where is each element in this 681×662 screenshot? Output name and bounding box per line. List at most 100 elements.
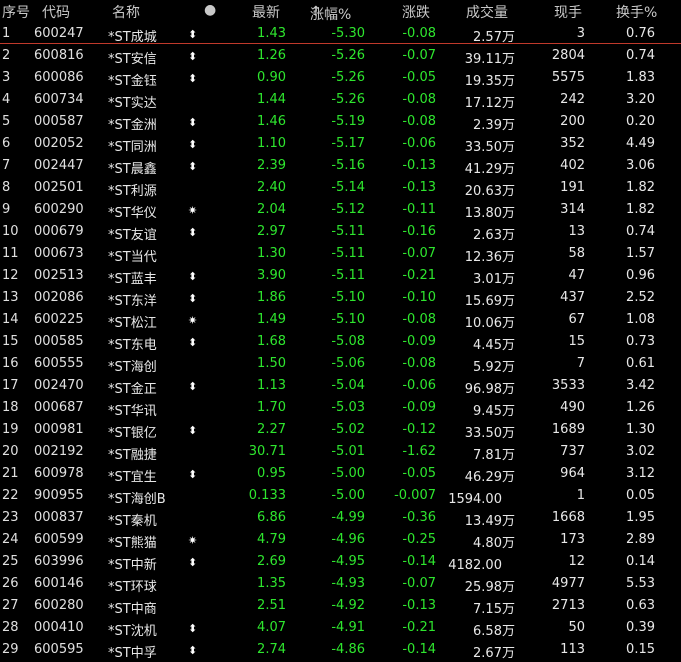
table-row[interactable]: 10 000679 *ST友谊 ⬍ 2.97 -5.11 -0.16 2.63万 13 0.74 [0, 222, 681, 244]
stock-name: *ST环球 [108, 580, 157, 595]
table-row[interactable]: 16 600555 *ST海创 1.50 -5.06 -0.08 5.92万 7 0.61 [0, 354, 681, 376]
change-amount: -0.09 [402, 334, 436, 349]
table-row[interactable]: 1 600247 *ST成城 ⬍ 1.43 -5.30 -0.08 2.57万 3 0.76 [0, 24, 681, 46]
table-row[interactable]: 29 600595 *ST中孚 ⬍ 2.74 -4.86 -0.14 2.67万 113 0.15 [0, 640, 681, 662]
volume: 20.63万 [465, 180, 515, 199]
stock-name: *ST金洲 [108, 118, 157, 133]
volume: 13.80万 [465, 202, 515, 221]
table-row[interactable]: 13 002086 *ST东洋 ⬍ 1.86 -5.10 -0.10 15.69万 437 2.5… [0, 288, 681, 310]
change-percent: -5.12 [331, 202, 365, 217]
stock-code: 000673 [34, 246, 84, 261]
table-row[interactable]: 25 603996 *ST中新 ⬍ 2.69 -4.95 -0.14 4182.00万 12 0.… [0, 552, 681, 574]
updown-flag-icon: ⬍ [188, 622, 198, 635]
col-header-turn[interactable]: 换手% [616, 2, 657, 22]
row-number: 9 [2, 202, 11, 217]
table-row[interactable]: 3 600086 *ST金钰 ⬍ 0.90 -5.26 -0.05 19.35万 5575 1.8… [0, 68, 681, 90]
table-row[interactable]: 8 002501 *ST利源 2.40 -5.14 -0.13 20.63万 191 1.82 [0, 178, 681, 200]
volume-unit: 万 [501, 404, 515, 419]
table-row[interactable]: 2 600816 *ST安信 ⬍ 1.26 -5.26 -0.07 39.11万 2804 0.7… [0, 46, 681, 68]
col-header-code[interactable]: 代码 [42, 2, 70, 22]
table-row[interactable]: 20 002192 *ST融捷 30.71 -5.01 -1.62 7.81万 737 3.02 [0, 442, 681, 464]
col-header-chg[interactable]: 涨跌 [402, 2, 430, 22]
turnover-percent: 1.83 [626, 70, 655, 85]
turnover-percent: 3.42 [626, 378, 655, 393]
table-row[interactable]: 19 000981 *ST银亿 ⬍ 2.27 -5.02 -0.12 33.50万 1689 1.… [0, 420, 681, 442]
star-flag-icon: ✷ [188, 534, 198, 547]
change-amount: -0.11 [402, 202, 436, 217]
row-number: 11 [2, 246, 19, 261]
turnover-percent: 0.61 [626, 356, 655, 371]
table-row[interactable]: 11 000673 *ST当代 1.30 -5.11 -0.07 12.36万 58 1.57 [0, 244, 681, 266]
last-price: 2.97 [257, 224, 286, 239]
volume: 7.81万 [473, 444, 515, 463]
volume-unit: 万 [501, 426, 515, 441]
turnover-percent: 2.52 [626, 290, 655, 305]
stock-name: *ST银亿 [108, 426, 157, 441]
change-amount: -1.62 [402, 444, 436, 459]
updown-flag-icon: ⬍ [188, 468, 198, 481]
stock-name: *ST松江 [108, 316, 157, 331]
volume-value: 1594.00 [448, 492, 502, 507]
change-amount: -0.007 [394, 488, 436, 503]
row-number: 10 [2, 224, 19, 239]
change-percent: -5.26 [331, 70, 365, 85]
table-row[interactable]: 4 600734 *ST实达 1.44 -5.26 -0.08 17.12万 242 3.20 [0, 90, 681, 112]
last-price: 4.79 [257, 532, 286, 547]
table-row[interactable]: 24 600599 *ST熊猫 ✷ 4.79 -4.96 -0.25 4.80万 173 2.89 [0, 530, 681, 552]
current-hand: 1668 [551, 510, 585, 525]
volume-value: 2.57 [473, 30, 502, 45]
row-number: 26 [2, 576, 19, 591]
table-row[interactable]: 26 600146 *ST环球 1.35 -4.93 -0.07 25.98万 4977 5.5… [0, 574, 681, 596]
table-row[interactable]: 18 000687 *ST华讯 1.70 -5.03 -0.09 9.45万 490 1.26 [0, 398, 681, 420]
stock-name: *ST融捷 [108, 448, 157, 463]
col-header-vol[interactable]: 成交量 [466, 2, 508, 22]
current-hand: 58 [568, 246, 585, 261]
current-hand: 352 [560, 136, 585, 151]
last-price: 1.68 [257, 334, 286, 349]
table-row[interactable]: 14 600225 *ST松江 ✷ 1.49 -5.10 -0.08 10.06万 67 1.08 [0, 310, 681, 332]
volume: 2.57万 [473, 26, 515, 45]
volume-value: 4.80 [473, 536, 502, 551]
table-row[interactable]: 27 600280 *ST中商 2.51 -4.92 -0.13 7.15万 2713 0.63 [0, 596, 681, 618]
table-row[interactable]: 17 002470 *ST金正 ⬍ 1.13 -5.04 -0.06 96.98万 3533 3.… [0, 376, 681, 398]
turnover-percent: 0.14 [626, 554, 655, 569]
stock-name: *ST实达 [108, 96, 157, 111]
stock-code: 002470 [34, 378, 84, 393]
col-header-last[interactable]: 最新 [252, 2, 280, 22]
table-row[interactable]: 12 002513 *ST蓝丰 ⬍ 3.90 -5.11 -0.21 3.01万 47 0.96 [0, 266, 681, 288]
table-row[interactable]: 15 000585 *ST东电 ⬍ 1.68 -5.08 -0.09 4.45万 15 0.73 [0, 332, 681, 354]
stock-name: *ST同洲 [108, 140, 157, 155]
table-row[interactable]: 23 000837 *ST秦机 6.86 -4.99 -0.36 13.49万 1668 1.9… [0, 508, 681, 530]
table-row[interactable]: 21 600978 *ST宜生 ⬍ 0.95 -5.00 -0.05 46.29万 964 3.1… [0, 464, 681, 486]
updown-flag-icon: ⬍ [188, 270, 198, 283]
table-row[interactable]: 7 002447 *ST晨鑫 ⬍ 2.39 -5.16 -0.13 41.29万 402 3.06 [0, 156, 681, 178]
table-row[interactable]: 28 000410 *ST沈机 ⬍ 4.07 -4.91 -0.21 6.58万 50 0.39 [0, 618, 681, 640]
table-row[interactable]: 22 900955 *ST海创B 0.133 -5.00 -0.007 1594.00万 1 0… [0, 486, 681, 508]
last-price: 2.27 [257, 422, 286, 437]
col-header-no[interactable]: 序号 [2, 2, 30, 22]
change-percent: -5.11 [331, 246, 365, 261]
change-percent: -5.02 [331, 422, 365, 437]
table-row[interactable]: 6 002052 *ST同洲 ⬍ 1.10 -5.17 -0.06 33.50万 352 4.49 [0, 134, 681, 156]
current-hand: 737 [560, 444, 585, 459]
volume-unit: 万 [501, 52, 515, 67]
stock-code: 002447 [34, 158, 84, 173]
change-amount: -0.07 [402, 576, 436, 591]
col-header-hand[interactable]: 现手 [554, 2, 582, 22]
volume: 9.45万 [473, 400, 515, 419]
stock-code: 002501 [34, 180, 84, 195]
volume-unit: 万 [501, 624, 515, 639]
volume-value: 9.45 [473, 404, 502, 419]
stock-code: 002513 [34, 268, 84, 283]
stock-code: 600555 [34, 356, 84, 371]
volume: 4182.00万 [448, 554, 515, 573]
col-header-name[interactable]: 名称 [112, 2, 140, 22]
turnover-percent: 3.06 [626, 158, 655, 173]
row-number: 20 [2, 444, 19, 459]
table-row[interactable]: 9 600290 *ST华仪 ✷ 2.04 -5.12 -0.11 13.80万 314 1.82 [0, 200, 681, 222]
volume: 7.15万 [473, 598, 515, 617]
col-header-dot[interactable]: ● [204, 2, 216, 18]
table-row[interactable]: 5 000587 *ST金洲 ⬍ 1.46 -5.19 -0.08 2.39万 200 0.20 [0, 112, 681, 134]
row-number: 13 [2, 290, 19, 305]
current-hand: 402 [560, 158, 585, 173]
